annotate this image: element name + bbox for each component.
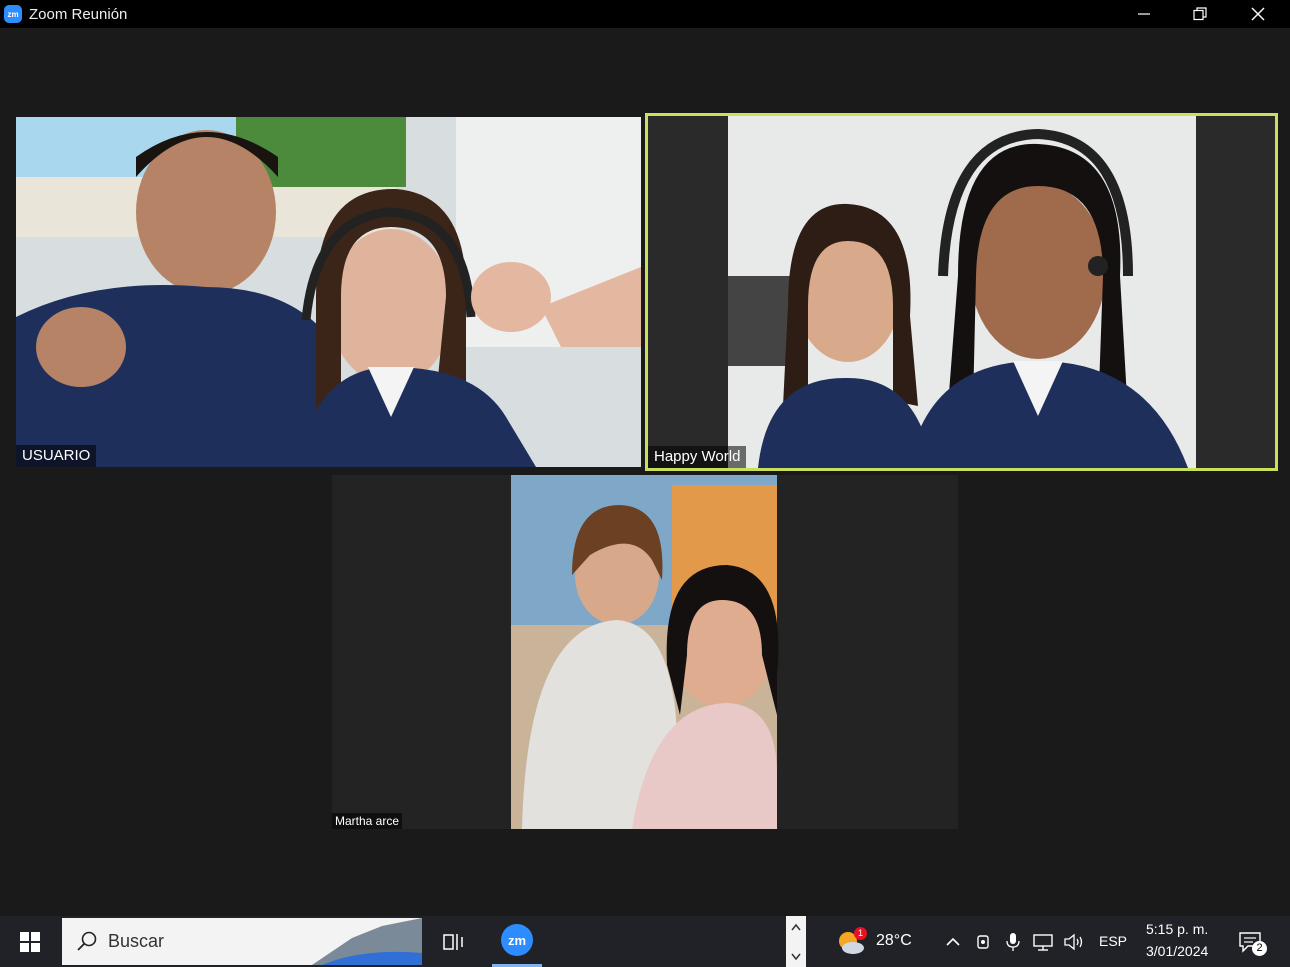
network-tray-button[interactable]: [1032, 916, 1056, 967]
notification-center-button[interactable]: 2: [1232, 916, 1268, 967]
microphone-icon: [1006, 932, 1020, 951]
taskbar-scroll-control[interactable]: [786, 916, 806, 967]
participant-video-feed: [332, 475, 958, 829]
restore-icon: [1193, 7, 1207, 21]
participant-video-feed: [648, 116, 1275, 468]
participant-video-feed: [16, 117, 641, 467]
windows-taskbar: Buscar zm 1 28°C ESP 5:15 p. m. 3/01/202…: [0, 916, 1290, 967]
participant-name-label: USUARIO: [16, 445, 97, 467]
search-placeholder: Buscar: [108, 931, 165, 951]
network-ethernet-icon: [1033, 933, 1053, 951]
taskbar-search-box[interactable]: Buscar: [62, 918, 422, 965]
participant-name-label: Martha arce: [332, 813, 403, 829]
windows-logo-icon: [20, 931, 40, 952]
weather-temperature: 28°C: [876, 932, 912, 949]
scroll-up-down-icon: [791, 923, 801, 960]
weather-widget-button[interactable]: 1: [836, 916, 867, 967]
taskbar-zoom-app[interactable]: zm: [492, 916, 542, 967]
search-highlight-image: [312, 918, 422, 965]
close-icon: [1251, 7, 1265, 21]
minimize-icon: [1138, 13, 1150, 15]
window-titlebar: zm Zoom Reunión: [0, 0, 1290, 28]
restore-button[interactable]: [1177, 0, 1223, 28]
camera-privacy-icon: [977, 934, 989, 949]
close-button[interactable]: [1235, 0, 1281, 28]
participant-name-label: Happy World: [648, 446, 747, 468]
notification-count-badge: 2: [1252, 941, 1267, 956]
window-title: Zoom Reunión: [29, 5, 128, 23]
camera-tray-button[interactable]: [973, 916, 995, 967]
clock-date[interactable]: 3/01/2024: [1146, 943, 1208, 959]
weather-notification-badge: 1: [854, 927, 867, 940]
meeting-gallery-view: USUARIO Happy World Martha arce: [0, 28, 1290, 916]
volume-tray-button[interactable]: [1062, 916, 1086, 967]
volume-icon: [1064, 933, 1083, 950]
chevron-up-icon: [946, 937, 960, 946]
participant-video-tile[interactable]: Martha arce: [332, 475, 958, 829]
search-icon: [77, 931, 97, 951]
zoom-app-icon: zm: [4, 5, 22, 23]
active-speaker-video-tile[interactable]: Happy World: [645, 113, 1278, 471]
start-button[interactable]: [0, 916, 60, 967]
task-view-icon: [443, 933, 463, 950]
participant-video-tile[interactable]: USUARIO: [16, 117, 641, 467]
task-view-button[interactable]: [437, 916, 471, 967]
microphone-tray-button[interactable]: [1002, 916, 1024, 967]
input-language-indicator[interactable]: ESP: [1099, 933, 1127, 949]
clock-time[interactable]: 5:15 p. m.: [1146, 921, 1208, 937]
show-hidden-icons-button[interactable]: [942, 916, 964, 967]
zoom-app-icon: zm: [501, 924, 533, 956]
minimize-button[interactable]: [1121, 0, 1167, 28]
